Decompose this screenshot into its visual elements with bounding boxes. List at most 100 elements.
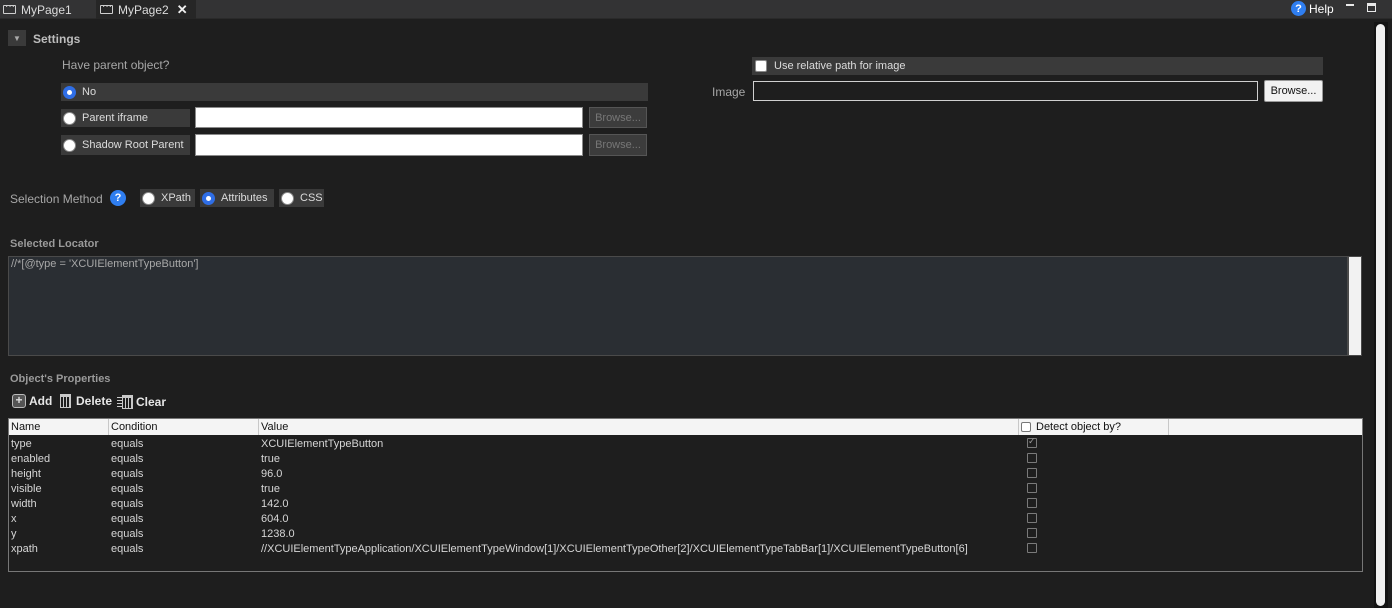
trash-icon	[60, 394, 71, 408]
cell-value[interactable]: 604.0	[259, 511, 1019, 526]
help-label: Help	[1309, 1, 1334, 16]
column-header-name[interactable]: Name	[9, 419, 109, 435]
scrollbar-thumb[interactable]	[1376, 24, 1385, 606]
delete-button[interactable]: Delete	[60, 394, 112, 408]
maximize-icon[interactable]	[1367, 3, 1376, 12]
cell-condition[interactable]: equals	[109, 436, 259, 451]
cell-name[interactable]: x	[9, 511, 109, 526]
shadow-root-browse-button[interactable]: Browse...	[589, 134, 647, 156]
clear-button[interactable]: Clear	[117, 394, 166, 409]
table-row[interactable]: type equals XCUIElementTypeButton	[9, 436, 1362, 451]
method-xpath[interactable]: XPath	[140, 189, 195, 207]
cell-condition[interactable]: equals	[109, 496, 259, 511]
parent-iframe-input[interactable]	[195, 107, 583, 128]
table-row[interactable]: enabled equals true	[9, 451, 1362, 466]
detect-checkbox[interactable]	[1027, 513, 1037, 523]
selection-method-label: Selection Method	[10, 192, 103, 206]
help-icon: ?	[1291, 1, 1306, 16]
detect-all-checkbox[interactable]	[1021, 422, 1031, 432]
method-attributes[interactable]: Attributes	[200, 189, 274, 207]
image-path-input[interactable]	[753, 81, 1258, 101]
detect-checkbox[interactable]	[1027, 468, 1037, 478]
chevron-down-icon: ▼	[13, 33, 21, 43]
tab-label: MyPage2	[118, 2, 169, 17]
cell-name[interactable]: width	[9, 496, 109, 511]
tab-mypage2[interactable]: MyPage2 ✕	[96, 0, 196, 19]
radio-shadow-root[interactable]	[63, 138, 76, 152]
table-row[interactable]: height equals 96.0	[9, 466, 1362, 481]
cell-value[interactable]: 1238.0	[259, 526, 1019, 541]
radio-css[interactable]	[281, 191, 294, 205]
cell-value[interactable]: XCUIElementTypeButton	[259, 436, 1019, 451]
add-label: Add	[29, 394, 53, 408]
cell-name[interactable]: visible	[9, 481, 109, 496]
radio-xpath[interactable]	[142, 191, 155, 205]
relative-path-checkbox[interactable]	[755, 60, 767, 72]
column-header-condition[interactable]: Condition	[109, 419, 259, 435]
cell-condition[interactable]: equals	[109, 481, 259, 496]
cell-condition[interactable]: equals	[109, 451, 259, 466]
cell-value[interactable]: true	[259, 481, 1019, 496]
cell-condition[interactable]: equals	[109, 466, 259, 481]
plus-icon: +	[12, 394, 26, 408]
radio-no[interactable]	[63, 85, 76, 99]
cell-value[interactable]: 96.0	[259, 466, 1019, 481]
table-row[interactable]: xpath equals//XCUIElementTypeApplication/…	[9, 541, 1362, 556]
properties-table: Name Condition Value Detect object by? t…	[8, 418, 1363, 572]
cell-condition[interactable]: equals	[109, 511, 259, 526]
detect-checkbox[interactable]	[1027, 453, 1037, 463]
locator-scrollbar[interactable]	[1348, 256, 1362, 356]
detect-checkbox[interactable]	[1027, 436, 1037, 448]
cell-value[interactable]: true	[259, 451, 1019, 466]
tab-bar: MyPage1 MyPage2 ✕ ? Help	[0, 0, 1392, 19]
table-row[interactable]: visible equals true	[9, 481, 1362, 496]
cell-name[interactable]: enabled	[9, 451, 109, 466]
relative-path-label: Use relative path for image	[774, 60, 906, 72]
tab-label: MyPage1	[21, 2, 72, 17]
method-css[interactable]: CSS	[279, 189, 324, 207]
locator-textarea[interactable]: //*[@type = 'XCUIElementTypeButton']	[8, 256, 1348, 356]
parent-question-label: Have parent object?	[62, 58, 170, 72]
detect-checkbox[interactable]	[1027, 528, 1037, 538]
cell-value[interactable]: 142.0	[259, 496, 1019, 511]
locator-title: Selected Locator	[10, 238, 99, 250]
parent-option-no[interactable]: No	[61, 83, 648, 101]
clear-label: Clear	[136, 394, 167, 409]
detect-checkbox[interactable]	[1027, 543, 1037, 553]
vertical-scrollbar[interactable]	[1374, 22, 1388, 608]
minimize-icon[interactable]	[1346, 4, 1354, 6]
image-label: Image	[712, 85, 746, 99]
cell-value[interactable]: //XCUIElementTypeApplication/XCUIElement…	[259, 541, 1019, 556]
column-header-value[interactable]: Value	[259, 419, 1019, 435]
cell-condition[interactable]: equals	[109, 541, 259, 556]
cell-name[interactable]: xpath	[9, 541, 109, 556]
parent-iframe-browse-button[interactable]: Browse...	[589, 107, 647, 128]
cell-name[interactable]: y	[9, 526, 109, 541]
cell-name[interactable]: height	[9, 466, 109, 481]
radio-label: No	[82, 86, 97, 98]
add-button[interactable]: + Add	[12, 394, 52, 408]
table-row[interactable]: x equals 604.0	[9, 511, 1362, 526]
cell-name[interactable]: type	[9, 436, 109, 451]
parent-option-iframe[interactable]: Parent iframe	[61, 109, 190, 127]
radio-label: Attributes	[221, 192, 268, 204]
table-row[interactable]: y equals 1238.0	[9, 526, 1362, 541]
shadow-root-input[interactable]	[195, 134, 583, 156]
cell-condition[interactable]: equals	[109, 526, 259, 541]
collapse-settings-button[interactable]: ▼	[8, 30, 26, 46]
parent-option-shadow-root[interactable]: Shadow Root Parent	[61, 135, 190, 155]
detect-checkbox[interactable]	[1027, 498, 1037, 508]
close-icon[interactable]: ✕	[177, 2, 188, 18]
relative-path-option[interactable]: Use relative path for image	[752, 57, 1323, 75]
help-button[interactable]: ? Help	[1291, 0, 1334, 17]
help-icon[interactable]: ?	[110, 190, 126, 206]
radio-attributes[interactable]	[202, 191, 215, 205]
properties-title: Object's Properties	[10, 373, 111, 385]
table-row[interactable]: width equals 142.0	[9, 496, 1362, 511]
radio-label: XPath	[161, 192, 191, 204]
radio-parent-iframe[interactable]	[63, 111, 76, 125]
detect-checkbox[interactable]	[1027, 483, 1037, 493]
image-browse-button[interactable]: Browse...	[1264, 80, 1323, 102]
tab-mypage1[interactable]: MyPage1	[0, 0, 96, 19]
column-header-detect[interactable]: Detect object by?	[1019, 419, 1169, 435]
